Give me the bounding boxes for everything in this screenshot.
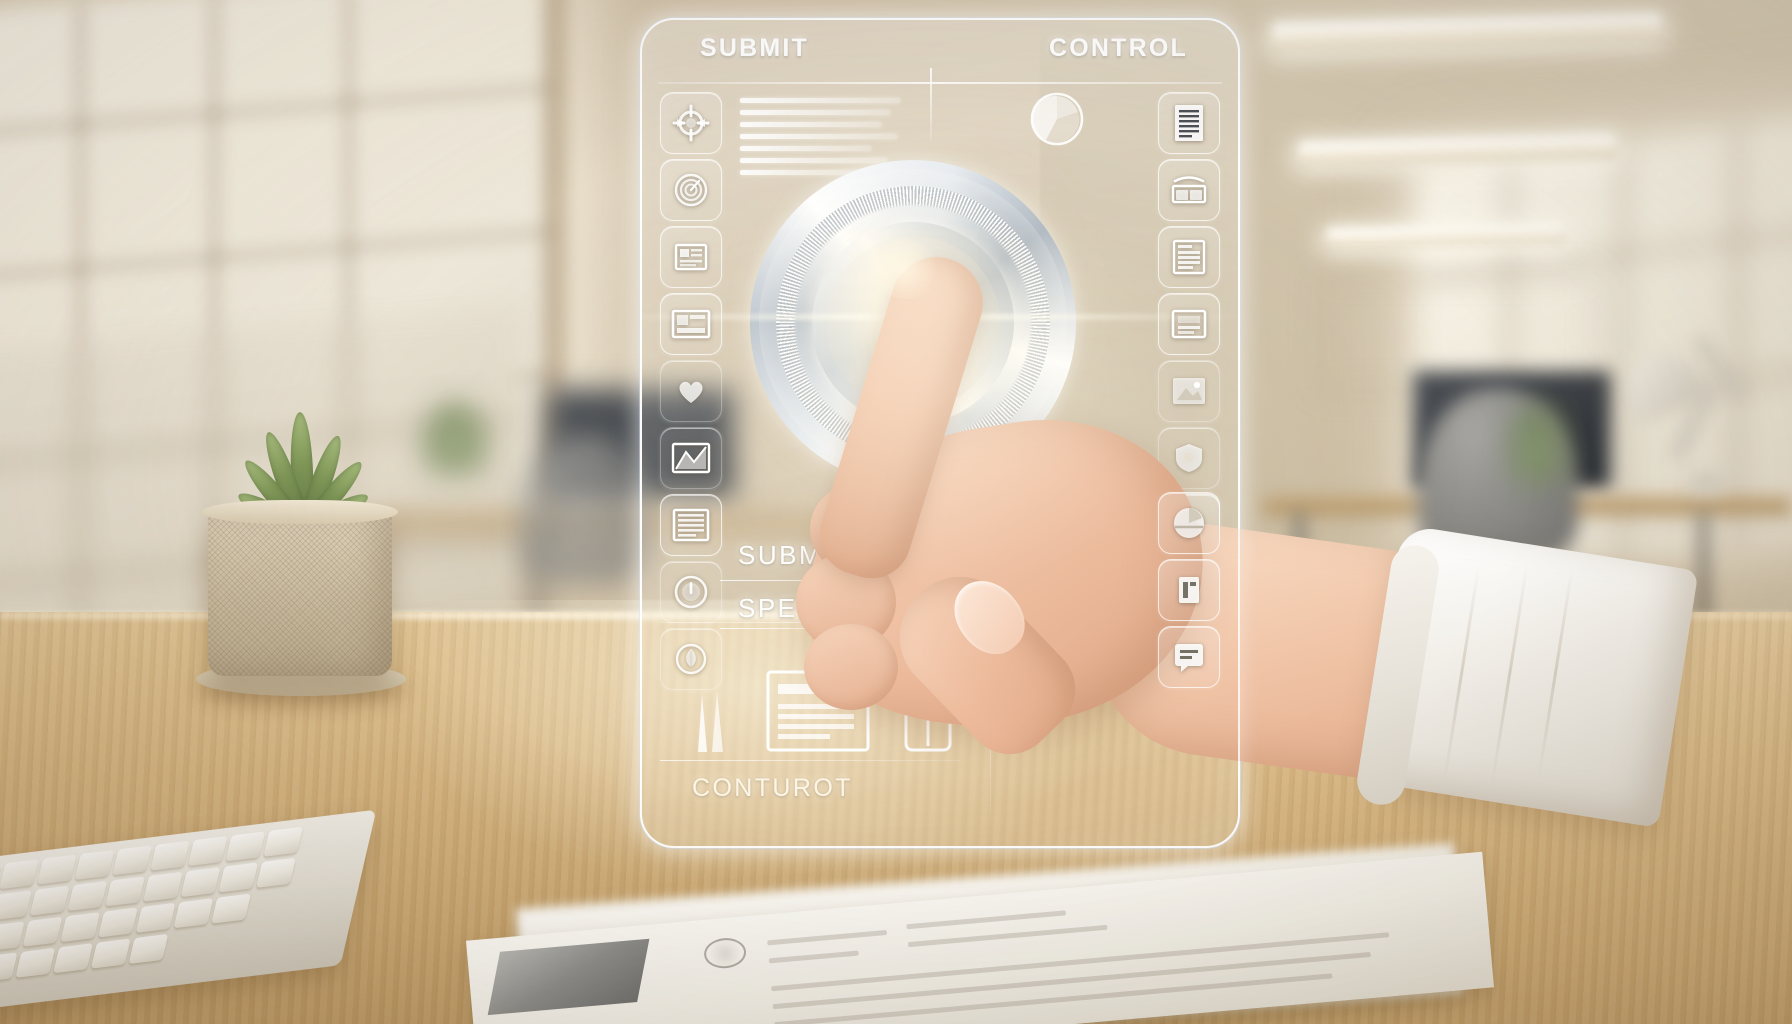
document-photo <box>487 938 650 1016</box>
stacked-pages-icon[interactable] <box>692 674 738 759</box>
document-list-icon[interactable] <box>660 226 722 288</box>
heart-icon[interactable] <box>660 360 722 422</box>
panel-header: SUBMIT CONTROL <box>642 34 1238 76</box>
left-icon-rail[interactable] <box>660 92 722 690</box>
chart-area-icon[interactable] <box>660 427 722 489</box>
split-panel-icon[interactable] <box>1158 159 1220 221</box>
document-stamp <box>702 936 748 970</box>
bottom-label-conturot[interactable]: CONTUROT <box>692 774 853 803</box>
header-label-submit[interactable]: SUBMIT <box>700 34 809 63</box>
plant-pot <box>208 508 392 676</box>
header-label-control[interactable]: CONTROL <box>1049 34 1188 63</box>
knuckle-3 <box>804 624 898 710</box>
header-divider-line <box>658 82 1222 84</box>
pie-gauge-icon[interactable] <box>1028 90 1086 148</box>
header-column-divider <box>930 68 932 142</box>
pot-rim <box>202 500 398 524</box>
desk-lamp-base <box>1688 474 1726 492</box>
far-plant <box>424 402 486 474</box>
window-layout-icon[interactable] <box>660 293 722 355</box>
target-crosshair-icon[interactable] <box>660 92 722 154</box>
text-document-icon[interactable] <box>1158 92 1220 154</box>
lines-document-icon[interactable] <box>660 494 722 556</box>
knob-dial-icon[interactable] <box>660 561 722 623</box>
user-hand <box>782 227 1699 892</box>
spiral-dial-icon[interactable] <box>660 159 722 221</box>
